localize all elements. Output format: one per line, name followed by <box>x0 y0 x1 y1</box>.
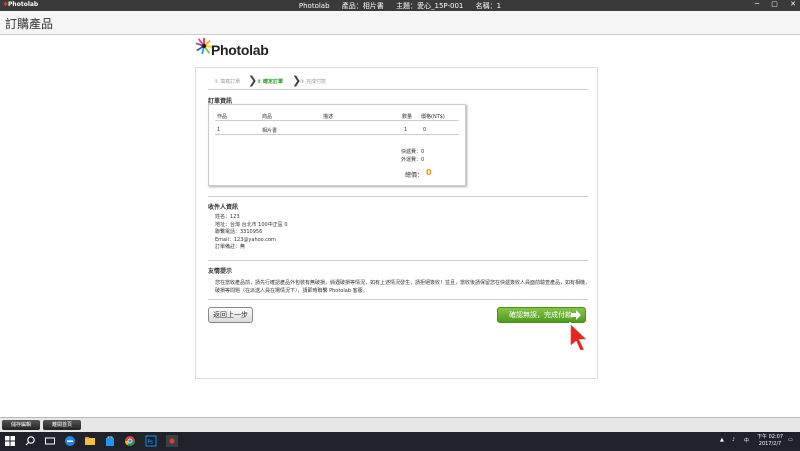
divider <box>208 196 588 197</box>
col-header-product: 商品 <box>262 114 273 120</box>
windows-taskbar: Ps ▲ ♪ 中 下午 02:07 2017/2/7 ▭ <box>0 432 800 451</box>
notice-text: 您在當收產品前，請先行確認產品外包裝有無破損，倘遇破損等情況，如有上述情況發生，… <box>215 279 590 295</box>
file-explorer-icon[interactable] <box>84 435 96 447</box>
recipient-info-title: 收件人資訊 <box>208 204 239 211</box>
clock-date: 2017/2/7 <box>758 441 782 447</box>
recipient-address: 地址：台灣 台北市 100中正區 0 <box>215 221 288 228</box>
row-qty: 1 <box>404 127 408 133</box>
window-title-product: 產品：相片書 <box>341 2 384 10</box>
save-edit-button[interactable]: 儲存編輯 <box>2 420 40 430</box>
table-row: 1 相片書 1 0 <box>215 125 459 135</box>
window-title: Photolab 產品：相片書 主題：愛心_15P-001 名稱：1 <box>0 1 800 11</box>
row-product: 相片書 <box>262 128 278 134</box>
speaker-icon[interactable]: ♪ <box>732 437 735 443</box>
window-titlebar: ✱Photolab Photolab 產品：相片書 主題：愛心_15P-001 … <box>0 0 800 11</box>
window-title-name: 名稱：1 <box>475 2 502 10</box>
page-header: 訂購產品 <box>0 11 800 35</box>
row-work: 1 <box>217 127 221 133</box>
step-payment: ③ 完成付款 <box>300 79 327 85</box>
close-icon[interactable]: ✕ <box>790 0 796 8</box>
col-header-work: 作品 <box>217 114 228 120</box>
order-summary-box: 作品 商品 描述 數量 價格(NT$) 1 相片書 1 0 快遞費：0 外運費：… <box>208 104 466 186</box>
window-title-app: Photolab <box>298 2 330 10</box>
window-controls: ─ ▢ ✕ <box>745 0 796 8</box>
notice-line-2: 破損等問題（在派送人員在場情況下），請即時聯繫 Photolab 客服。 <box>215 288 368 294</box>
taskbar-clock[interactable]: 下午 02:07 2017/2/7 <box>757 434 783 448</box>
page-title: 訂購產品 <box>5 17 54 31</box>
recipient-email: Email：123@yahoo.com <box>215 236 276 243</box>
confirm-payment-label: 確認無誤，完成付款 <box>509 311 572 319</box>
edge-browser-icon[interactable] <box>64 435 76 447</box>
notice-line-1: 您在當收產品前，請先行確認產品外包裝有無破損，倘遇破損等情況，如有上述情況發生，… <box>215 280 590 286</box>
step-confirm-order: ② 確定訂單 <box>257 79 283 85</box>
minimize-icon[interactable]: ─ <box>755 0 759 8</box>
notification-icon[interactable]: ▭ <box>788 437 793 443</box>
divider <box>208 260 588 261</box>
bottom-toolbar: 儲存編輯 離開首頁 <box>0 417 800 432</box>
ime-icon[interactable]: 中 <box>744 437 749 444</box>
arrow-right-icon <box>571 310 581 320</box>
total-value: 0 <box>426 168 432 177</box>
logo-text: Photolab <box>211 42 269 58</box>
notice-title: 友情提示 <box>208 268 233 275</box>
recipient-name: 姓名：123 <box>215 214 240 220</box>
photoshop-icon[interactable]: Ps <box>145 435 157 447</box>
window-title-theme: 主題：愛心_15P-001 <box>396 2 464 10</box>
progress-steps: ① 填寫訂單 ❯ ② 確定訂單 ❯ ③ 完成付款 <box>208 74 588 90</box>
clock-time: 下午 02:07 <box>757 434 783 440</box>
confirm-payment-button[interactable]: 確認無誤，完成付款 <box>497 307 586 323</box>
recipient-note: 訂單備註：無 <box>215 244 246 250</box>
col-header-price: 價格(NT$) <box>421 114 445 120</box>
chrome-icon[interactable] <box>124 435 136 447</box>
photolab-taskbar-icon[interactable] <box>166 435 178 447</box>
order-table-header: 作品 商品 描述 數量 價格(NT$) <box>215 111 459 121</box>
total-label: 總價： <box>405 172 424 179</box>
maximize-icon[interactable]: ▢ <box>771 0 778 8</box>
back-button[interactable]: 返回上一步 <box>208 307 253 323</box>
step-fill-order: ① 填寫訂單 <box>214 79 241 85</box>
exit-home-button[interactable]: 離開首頁 <box>43 420 81 430</box>
task-view-icon[interactable] <box>44 435 56 447</box>
col-header-qty: 數量 <box>402 114 413 120</box>
row-price: 0 <box>423 127 427 133</box>
divider <box>208 299 588 300</box>
windows-start-icon[interactable] <box>4 435 16 447</box>
pointer-cursor-icon <box>569 322 590 352</box>
network-icon[interactable]: ▲ <box>720 437 724 443</box>
search-icon[interactable] <box>24 435 36 447</box>
store-icon[interactable] <box>104 435 116 447</box>
content-area: Photolab ① 填寫訂單 ❯ ② 確定訂單 ❯ ③ 完成付款 訂單資訊 作… <box>0 35 800 417</box>
svg-text:Ps: Ps <box>148 439 154 445</box>
chevron-right-icon: ❯ <box>248 74 258 87</box>
recipient-details: 姓名：123 地址：台灣 台北市 100中正區 0 聯繫電話：3310956 E… <box>215 214 288 252</box>
shipping-fee: 快遞費：0 <box>401 149 425 155</box>
extra-fee: 外運費：0 <box>401 157 425 163</box>
col-header-desc: 描述 <box>323 114 334 120</box>
recipient-phone: 聯繫電話：3310956 <box>215 229 263 235</box>
